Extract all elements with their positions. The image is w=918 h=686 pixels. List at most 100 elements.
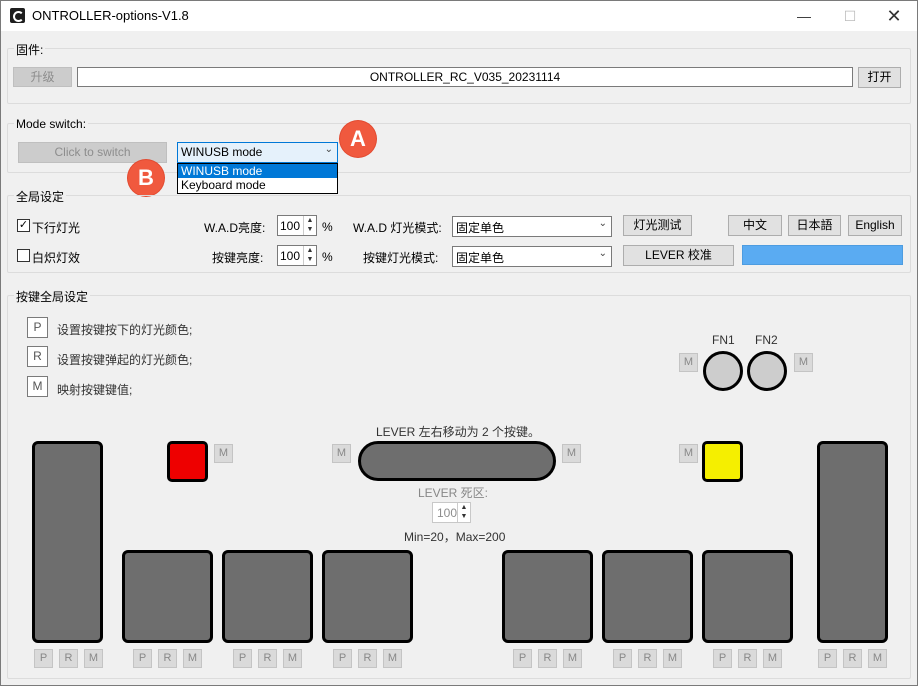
- square-key-1[interactable]: [122, 550, 213, 643]
- key7-p-button[interactable]: P: [713, 649, 732, 668]
- key-light-mode-value: 固定单色: [456, 251, 505, 265]
- key3-m-button[interactable]: M: [283, 649, 302, 668]
- key-brightness-spinner[interactable]: 100 ▲ ▼: [277, 245, 317, 266]
- key6-r-button[interactable]: R: [638, 649, 657, 668]
- fn1-key[interactable]: [703, 351, 743, 391]
- wad-light-mode-value: 固定单色: [456, 221, 505, 235]
- key1-p-button[interactable]: P: [34, 649, 53, 668]
- square-key-4[interactable]: [502, 550, 593, 643]
- left-red-map-button[interactable]: M: [214, 444, 233, 463]
- window-title: ONTROLLER-options-V1.8: [32, 8, 189, 23]
- spinner-arrows-icon[interactable]: ▲ ▼: [457, 503, 470, 522]
- key3-p-button[interactable]: P: [233, 649, 252, 668]
- left-tall-key[interactable]: [32, 441, 103, 643]
- lever-calibrate-button[interactable]: LEVER 校准: [623, 245, 734, 266]
- mode-dropdown-list: WINUSB mode Keyboard mode: [177, 163, 338, 194]
- legend-r-text: 设置按键弹起的灯光颜色;: [57, 353, 193, 367]
- lever-deadzone-label: LEVER 死区:: [418, 486, 489, 500]
- deadzone-spinner[interactable]: 100 ▲ ▼: [432, 502, 471, 523]
- fn2-label: FN2: [755, 333, 778, 347]
- glow-checkbox[interactable]: [17, 249, 30, 262]
- key-brightness-value: 100: [280, 249, 301, 263]
- open-file-button[interactable]: 打开: [858, 67, 901, 88]
- key2-p-button[interactable]: P: [133, 649, 152, 668]
- language-chinese-button[interactable]: 中文: [728, 215, 782, 236]
- wad-brightness-value: 100: [280, 219, 301, 233]
- key6-m-button[interactable]: M: [663, 649, 682, 668]
- key-brightness-label: 按键亮度:: [212, 251, 264, 265]
- key8-r-button[interactable]: R: [843, 649, 862, 668]
- wad-percent-sign: %: [322, 220, 333, 234]
- global-settings-label: 全局设定: [14, 188, 67, 205]
- language-japanese-button[interactable]: 日本語: [788, 215, 841, 236]
- key3-r-button[interactable]: R: [258, 649, 277, 668]
- key8-p-button[interactable]: P: [818, 649, 837, 668]
- mode-select[interactable]: WINUSB mode ⌄: [177, 142, 338, 163]
- right-yellow-map-button[interactable]: M: [679, 444, 698, 463]
- minimize-button[interactable]: —: [781, 1, 827, 31]
- app-logo-icon: [10, 8, 25, 23]
- key7-r-button[interactable]: R: [738, 649, 757, 668]
- key1-m-button[interactable]: M: [84, 649, 103, 668]
- language-english-button[interactable]: English: [848, 215, 902, 236]
- key-settings-label: 按键全局设定: [14, 288, 91, 305]
- firmware-group-label: 固件:: [14, 41, 46, 58]
- fn1-label: FN1: [712, 333, 735, 347]
- app-window: ONTROLLER-options-V1.8 — ☐ ✕ 固件: 升级 ONTR…: [0, 0, 918, 686]
- key5-r-button[interactable]: R: [538, 649, 557, 668]
- fn1-map-button[interactable]: M: [679, 353, 698, 372]
- firmware-file-field[interactable]: ONTROLLER_RC_V035_20231114: [77, 67, 853, 87]
- chevron-down-icon: ⌄: [598, 218, 607, 229]
- square-key-3[interactable]: [322, 550, 413, 643]
- close-button[interactable]: ✕: [871, 1, 917, 31]
- square-key-6[interactable]: [702, 550, 793, 643]
- legend-m-box: M: [27, 376, 48, 397]
- mode-option-keyboard[interactable]: Keyboard mode: [178, 178, 337, 192]
- legend-p-box: P: [27, 317, 48, 338]
- lever-key[interactable]: [358, 441, 556, 481]
- lever-note: LEVER 左右移动为 2 个按键。: [376, 425, 541, 439]
- key5-m-button[interactable]: M: [563, 649, 582, 668]
- key1-r-button[interactable]: R: [59, 649, 78, 668]
- lever-left-map-button[interactable]: M: [332, 444, 351, 463]
- spinner-arrows-icon[interactable]: ▲ ▼: [303, 246, 316, 265]
- mode-option-winusb[interactable]: WINUSB mode: [178, 164, 337, 178]
- color-swatch[interactable]: [742, 245, 903, 265]
- key4-m-button[interactable]: M: [383, 649, 402, 668]
- maximize-button[interactable]: ☐: [827, 1, 873, 31]
- key2-m-button[interactable]: M: [183, 649, 202, 668]
- key2-r-button[interactable]: R: [158, 649, 177, 668]
- mode-select-value: WINUSB mode: [181, 145, 263, 159]
- glow-label: 白炽灯效: [32, 251, 81, 265]
- spinner-arrows-icon[interactable]: ▲ ▼: [303, 216, 316, 235]
- chevron-down-icon: ⌄: [598, 248, 607, 259]
- square-key-5[interactable]: [602, 550, 693, 643]
- title-bar: ONTROLLER-options-V1.8 — ☐ ✕: [1, 1, 917, 31]
- key7-m-button[interactable]: M: [763, 649, 782, 668]
- key5-p-button[interactable]: P: [513, 649, 532, 668]
- key4-p-button[interactable]: P: [333, 649, 352, 668]
- right-tall-key[interactable]: [817, 441, 888, 643]
- upgrade-button[interactable]: 升级: [13, 67, 72, 87]
- legend-p-text: 设置按键按下的灯光颜色;: [57, 323, 193, 337]
- right-yellow-key[interactable]: [702, 441, 743, 482]
- fn2-key[interactable]: [747, 351, 787, 391]
- key-light-mode-label: 按键灯光模式:: [363, 251, 439, 265]
- lever-right-map-button[interactable]: M: [562, 444, 581, 463]
- key8-m-button[interactable]: M: [868, 649, 887, 668]
- key4-r-button[interactable]: R: [358, 649, 377, 668]
- mode-switch-label: Mode switch:: [14, 117, 89, 131]
- key-light-mode-select[interactable]: 固定单色 ⌄: [452, 246, 612, 267]
- wad-light-mode-select[interactable]: 固定单色 ⌄: [452, 216, 612, 237]
- wad-brightness-label: W.A.D亮度:: [204, 221, 266, 235]
- annotation-badge-a: A: [340, 121, 376, 157]
- legend-m-text: 映射按键键值;: [57, 383, 133, 397]
- left-red-key[interactable]: [167, 441, 208, 482]
- fn2-map-button[interactable]: M: [794, 353, 813, 372]
- wad-brightness-spinner[interactable]: 100 ▲ ▼: [277, 215, 317, 236]
- light-test-button[interactable]: 灯光测试: [623, 215, 692, 236]
- deadzone-range-note: Min=20，Max=200: [404, 530, 506, 544]
- key6-p-button[interactable]: P: [613, 649, 632, 668]
- down-light-checkbox[interactable]: ✓: [17, 219, 30, 232]
- square-key-2[interactable]: [222, 550, 313, 643]
